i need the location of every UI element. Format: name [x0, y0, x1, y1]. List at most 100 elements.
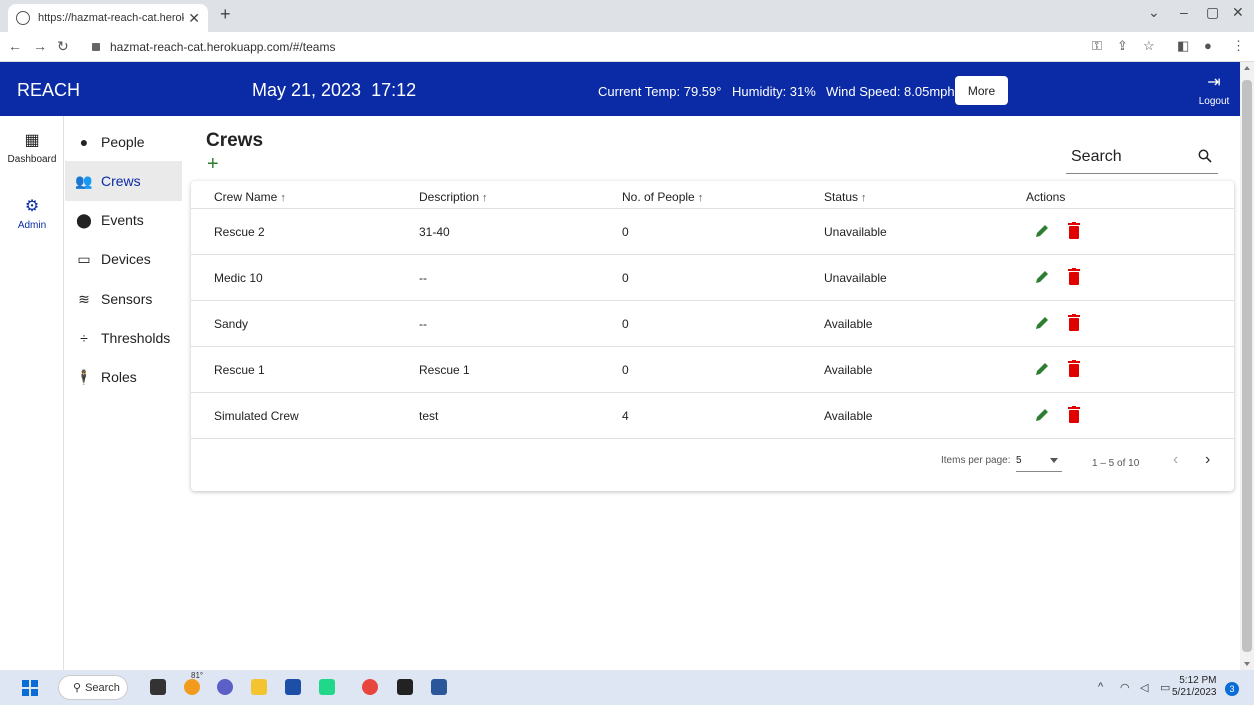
rail-item-admin[interactable]: ⚙ Admin [0, 196, 64, 231]
wifi-icon[interactable]: ◠ [1120, 681, 1130, 694]
bookmark-star-icon[interactable]: ☆ [1143, 38, 1155, 54]
chrome-menu-icon[interactable]: ⋮ [1232, 38, 1245, 54]
sidebar-item-people[interactable]: ● People [75, 122, 182, 162]
add-crew-button[interactable]: + [207, 154, 219, 174]
crew-name-cell: Sandy [214, 317, 249, 331]
table-row[interactable]: Medic 10 -- 0 Unavailable [191, 255, 1234, 301]
battery-icon[interactable]: ▭ [1160, 681, 1170, 694]
browser-tab[interactable]: https://hazmat-reach-cat.heroku ✕ [8, 4, 208, 32]
more-button[interactable]: More [955, 76, 1008, 105]
delete-trash-icon[interactable] [1068, 360, 1080, 377]
taskbar-search[interactable]: ⚲ Search [58, 675, 128, 700]
pycharm-icon[interactable] [319, 679, 335, 695]
tab-search-icon[interactable]: ⌄ [1148, 4, 1160, 21]
rail-item-dashboard[interactable]: ▦ Dashboard [0, 130, 64, 165]
sidebar-item-label: Devices [101, 251, 151, 267]
sidebar-item-label: Crews [101, 173, 141, 189]
taskbar-clock[interactable]: 5:12 PM 5/21/2023 [1172, 675, 1217, 699]
header-datetime: May 21, 2023 17:12 [252, 80, 416, 101]
maximize-icon[interactable]: ▢ [1206, 4, 1219, 21]
sidebar-item-thresholds[interactable]: ÷ Thresholds [75, 318, 182, 358]
sidebar-item-devices[interactable]: ▭ Devices [75, 239, 182, 279]
logout-icon: ⇥ [1207, 74, 1221, 91]
table-row[interactable]: Rescue 2 31-40 0 Unavailable [191, 209, 1234, 255]
volume-icon[interactable]: ◁ [1140, 681, 1148, 694]
share-icon[interactable]: ⇪ [1117, 38, 1128, 54]
globe-icon [16, 11, 30, 25]
minimize-icon[interactable]: – [1180, 4, 1188, 20]
people-count-cell: 0 [622, 271, 629, 285]
terminal-icon[interactable] [397, 679, 413, 695]
rail-admin-label: Admin [17, 220, 47, 231]
sidebar-item-sensors[interactable]: ≋ Sensors [75, 279, 182, 319]
table-row[interactable]: Sandy -- 0 Available [191, 301, 1234, 347]
column-header-people[interactable]: No. of People ↑ [622, 190, 703, 204]
table-row[interactable]: Simulated Crew test 4 Available [191, 393, 1234, 439]
profile-icon[interactable]: ● [1204, 38, 1212, 53]
logout-button[interactable]: ⇥ Logout [1197, 72, 1231, 107]
weather-widget-icon[interactable] [184, 679, 200, 695]
url-text: hazmat-reach-cat.herokuapp.com/#/teams [110, 40, 336, 54]
delete-trash-icon[interactable] [1068, 406, 1080, 423]
edit-pencil-icon[interactable] [1034, 315, 1050, 331]
thresholds-icon: ÷ [80, 330, 88, 346]
column-header-description[interactable]: Description ↑ [419, 190, 488, 204]
description-cell: 31-40 [419, 225, 450, 239]
sidebar-item-label: Thresholds [101, 330, 171, 346]
next-page-icon[interactable]: › [1205, 451, 1210, 469]
column-header-status[interactable]: Status ↑ [824, 190, 867, 204]
search-input[interactable]: Search [1066, 144, 1218, 174]
key-icon[interactable]: ⚿ [1092, 38, 1102, 54]
table-row[interactable]: Rescue 1 Rescue 1 0 Available [191, 347, 1234, 393]
task-view-icon[interactable] [150, 679, 166, 695]
reload-icon[interactable]: ↻ [57, 38, 69, 55]
items-per-page-label: Items per page: [941, 455, 1011, 466]
column-header-crew-name[interactable]: Crew Name ↑ [214, 190, 286, 204]
close-tab-icon[interactable]: ✕ [188, 10, 200, 27]
scroll-down-icon[interactable] [1244, 662, 1250, 666]
edit-pencil-icon[interactable] [1034, 269, 1050, 285]
url-field[interactable]: hazmat-reach-cat.herokuapp.com/#/teams [92, 37, 335, 57]
status-cell: Unavailable [824, 225, 887, 239]
brand-title[interactable]: REACH [17, 80, 80, 101]
column-header-actions: Actions [1026, 190, 1066, 204]
back-icon[interactable]: ← [8, 38, 22, 54]
admin-icon: ⚙ [24, 198, 40, 215]
edit-pencil-icon[interactable] [1034, 361, 1050, 377]
edit-pencil-icon[interactable] [1034, 407, 1050, 423]
sort-arrow-icon: ↑ [861, 192, 867, 204]
window-close-icon[interactable]: ✕ [1232, 4, 1244, 21]
items-per-page-select[interactable]: 5 [1016, 452, 1062, 472]
sidebar-item-events[interactable]: ⬤ Events [75, 200, 182, 240]
teams-chat-icon[interactable] [217, 679, 233, 695]
sidebar-item-crews[interactable]: 👥 Crews [65, 161, 182, 201]
tray-chevron-icon[interactable]: ^ [1098, 681, 1103, 693]
current-temp: Current Temp: 79.59° [598, 84, 722, 99]
notification-badge[interactable]: 3 [1225, 682, 1239, 696]
left-rail: ▦ Dashboard ⚙ Admin [0, 116, 64, 670]
windows-taskbar: ⚲ Search 81° ^ ◠ ◁ ▭ 5:12 PM 5/21/2023 3 [0, 670, 1254, 705]
taskbar-search-icon: ⚲ [73, 682, 82, 694]
store-icon[interactable] [285, 679, 301, 695]
previous-page-icon[interactable]: ‹ [1173, 451, 1178, 469]
scroll-up-icon[interactable] [1244, 66, 1250, 70]
file-explorer-icon[interactable] [251, 679, 267, 695]
side-panel-icon[interactable]: ◧ [1177, 38, 1189, 54]
edit-pencil-icon[interactable] [1034, 223, 1050, 239]
scroll-thumb[interactable] [1242, 80, 1252, 652]
delete-trash-icon[interactable] [1068, 268, 1080, 285]
sort-arrow-icon: ↑ [280, 192, 286, 204]
page-title: Crews [206, 130, 264, 151]
delete-trash-icon[interactable] [1068, 314, 1080, 331]
forward-icon[interactable]: → [33, 38, 47, 54]
person-icon: ● [79, 134, 89, 150]
delete-trash-icon[interactable] [1068, 222, 1080, 239]
sidebar-item-roles[interactable]: 🕴 Roles [75, 357, 182, 397]
page-scrollbar[interactable] [1240, 62, 1254, 670]
chrome-icon[interactable] [362, 679, 378, 695]
word-icon[interactable] [431, 679, 447, 695]
devices-icon: ▭ [77, 250, 91, 267]
search-icon[interactable] [1198, 149, 1212, 163]
windows-start-icon[interactable] [22, 680, 38, 696]
new-tab-icon[interactable]: + [220, 4, 231, 25]
